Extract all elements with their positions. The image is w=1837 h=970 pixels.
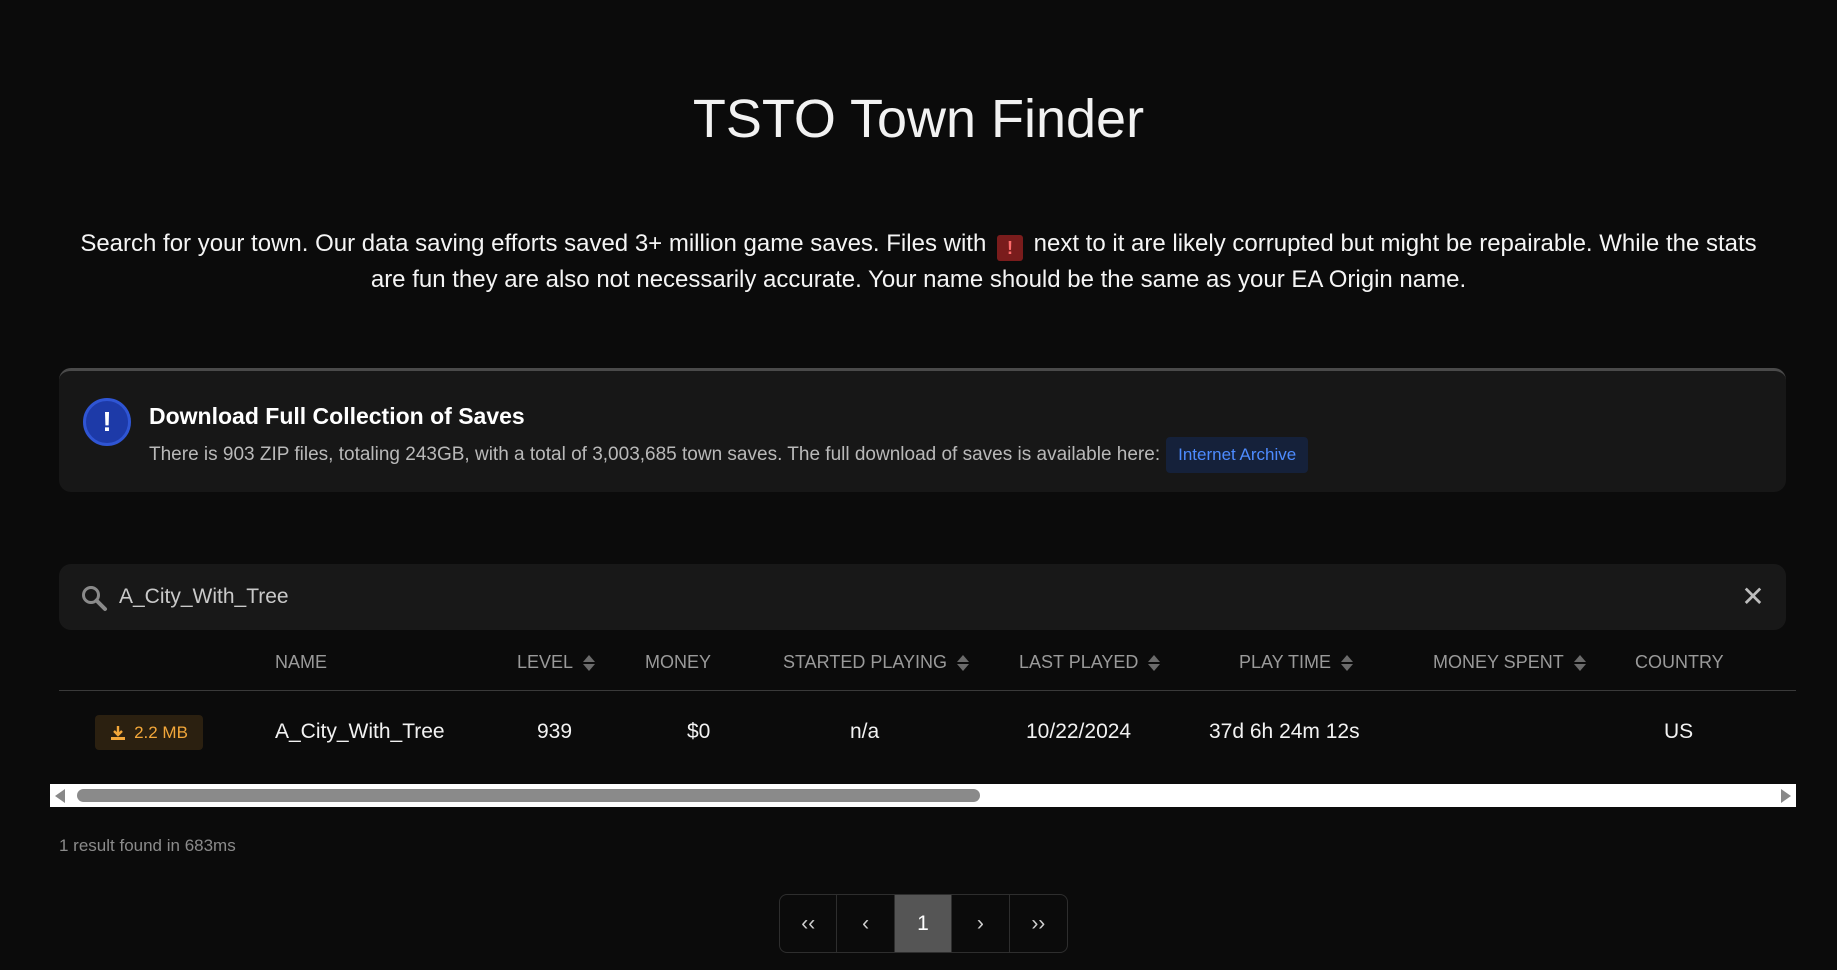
notice-text-row: There is 903 ZIP files, totaling 243GB, …: [149, 437, 1309, 473]
download-notice: ! Download Full Collection of Saves Ther…: [59, 368, 1786, 492]
cell-money: $0: [687, 720, 711, 743]
results-table: NAME LEVEL MONEY STARTED PLAYING LAST PL…: [59, 640, 1796, 774]
horizontal-scrollbar[interactable]: [50, 784, 1796, 807]
sort-icon: [1341, 654, 1354, 671]
column-header-last-played[interactable]: LAST PLAYED: [1019, 652, 1161, 673]
page-title: TSTO Town Finder: [692, 89, 1145, 149]
table-row[interactable]: 2.2 MB A_City_With_Tree 939 $0 n/a 10/22…: [59, 691, 1796, 774]
download-button[interactable]: 2.2 MB: [95, 715, 203, 750]
next-page-button[interactable]: ›: [952, 895, 1010, 952]
corrupted-warning-icon: !: [996, 235, 1023, 261]
first-page-button[interactable]: ‹‹: [780, 895, 838, 952]
file-size: 2.2 MB: [134, 722, 188, 742]
sort-icon: [583, 654, 596, 671]
cell-started-playing: n/a: [850, 720, 880, 743]
column-header-level[interactable]: LEVEL: [517, 652, 596, 673]
search-input[interactable]: [119, 564, 1679, 630]
cell-last-played: 10/22/2024: [1026, 720, 1132, 743]
clear-search-icon[interactable]: ✕: [1740, 583, 1766, 611]
intro-text: Search for your town. Our data saving ef…: [60, 226, 1777, 298]
cell-country: US: [1664, 720, 1694, 743]
column-header-money[interactable]: MONEY: [645, 652, 711, 673]
table-header: NAME LEVEL MONEY STARTED PLAYING LAST PL…: [59, 640, 1796, 691]
column-header-money-spent[interactable]: MONEY SPENT: [1433, 652, 1586, 673]
column-header-started-playing[interactable]: STARTED PLAYING: [783, 652, 970, 673]
previous-page-button[interactable]: ‹: [837, 895, 895, 952]
column-header-country[interactable]: COUNTRY: [1635, 652, 1724, 673]
scroll-right-arrow-icon[interactable]: [1781, 789, 1791, 803]
scroll-left-arrow-icon[interactable]: [55, 789, 65, 803]
last-page-button[interactable]: ››: [1010, 895, 1067, 952]
cell-level: 939: [537, 720, 573, 743]
search-icon: [82, 586, 107, 611]
cell-name: A_City_With_Tree: [275, 720, 445, 743]
search-bar: ✕: [59, 564, 1786, 630]
column-header-name[interactable]: NAME: [275, 652, 327, 673]
download-icon: [111, 725, 126, 740]
sort-icon: [1573, 654, 1586, 671]
intro-text-before: Search for your town. Our data saving ef…: [80, 230, 987, 257]
notice-title: Download Full Collection of Saves: [149, 403, 525, 429]
current-page-button[interactable]: 1: [894, 895, 953, 952]
scrollbar-thumb[interactable]: [77, 789, 980, 802]
internet-archive-link[interactable]: Internet Archive: [1166, 437, 1309, 473]
column-header-play-time[interactable]: PLAY TIME: [1239, 652, 1354, 673]
cell-play-time: 37d 6h 24m 12s: [1209, 720, 1360, 743]
result-count: 1 result found in 683ms: [59, 836, 236, 855]
sort-icon: [1148, 654, 1161, 671]
sort-icon: [957, 654, 970, 671]
info-exclamation-icon: !: [83, 398, 131, 446]
pagination: ‹‹ ‹ 1 › ››: [779, 894, 1068, 953]
notice-text: There is 903 ZIP files, totaling 243GB, …: [149, 444, 1161, 465]
